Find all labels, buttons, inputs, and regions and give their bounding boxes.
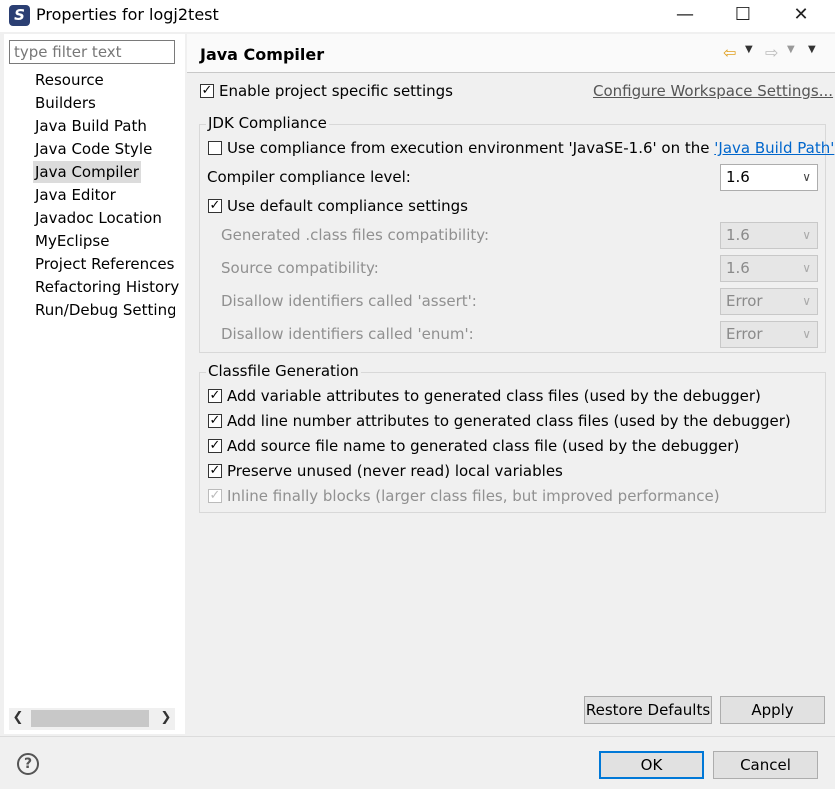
ok-button[interactable]: OK [599, 751, 704, 779]
inline-finally-checkbox: ✓ [208, 488, 222, 503]
chevron-down-icon: ∨ [802, 170, 811, 184]
line-number-attributes-label: Add line number attributes to generated … [227, 412, 791, 430]
header-divider [187, 72, 835, 73]
sidebar-item-java-editor[interactable]: Java Editor [33, 184, 118, 206]
disallow-assert-label: Disallow identifiers called 'assert': [221, 292, 477, 310]
bottom-divider [0, 736, 835, 737]
sidebar-item-java-build-path[interactable]: Java Build Path [33, 115, 149, 137]
cancel-button[interactable]: Cancel [713, 751, 818, 779]
scrollbar-thumb[interactable] [31, 710, 149, 727]
chevron-down-icon: ∨ [802, 294, 811, 308]
chevron-down-icon: ∨ [802, 327, 811, 341]
jdk-compliance-title: JDK Compliance [206, 114, 329, 132]
sidebar-item-java-compiler[interactable]: Java Compiler [33, 161, 141, 183]
disallow-enum-label: Disallow identifiers called 'enum': [221, 325, 474, 343]
help-icon[interactable]: ? [17, 753, 39, 775]
variable-attributes-label: Add variable attributes to generated cla… [227, 387, 761, 405]
source-compat-label: Source compatibility: [221, 259, 379, 277]
scroll-left-icon[interactable]: ❮ [9, 709, 27, 727]
scroll-right-icon[interactable]: ❯ [157, 709, 175, 727]
filter-input[interactable]: type filter text [9, 40, 175, 64]
use-default-compliance-checkbox[interactable]: ✓ [208, 199, 222, 213]
sidebar-item-builders[interactable]: Builders [33, 92, 98, 114]
preserve-unused-label: Preserve unused (never read) local varia… [227, 462, 563, 480]
page-title: Java Compiler [200, 45, 325, 64]
disallow-assert-select: Error ∨ [720, 288, 818, 315]
back-arrow-icon[interactable]: ⇦ [723, 43, 736, 62]
configure-workspace-link[interactable]: Configure Workspace Settings... [593, 82, 833, 100]
source-file-name-label: Add source file name to generated class … [227, 437, 740, 455]
compliance-level-select[interactable]: 1.6 ∨ [720, 164, 818, 191]
maximize-button[interactable]: ☐ [714, 0, 772, 30]
classfile-generation-title: Classfile Generation [206, 362, 361, 380]
variable-attributes-checkbox[interactable]: ✓ [208, 389, 222, 403]
sidebar-item-myeclipse[interactable]: MyEclipse [33, 230, 111, 252]
generated-class-compat-label: Generated .class files compatibility: [221, 226, 490, 244]
sidebar-item-project-references[interactable]: Project References [33, 253, 176, 275]
sidebar-item-resource[interactable]: Resource [33, 69, 106, 91]
sidebar-item-refactoring-history[interactable]: Refactoring History [33, 276, 181, 298]
use-default-compliance-label: Use default compliance settings [227, 197, 468, 215]
source-file-name-checkbox[interactable]: ✓ [208, 439, 222, 453]
line-number-attributes-checkbox[interactable]: ✓ [208, 414, 222, 428]
apply-button[interactable]: Apply [720, 696, 825, 724]
myeclipse-icon: S [9, 5, 30, 26]
preserve-unused-checkbox[interactable]: ✓ [208, 464, 222, 478]
close-button[interactable]: ✕ [772, 0, 830, 30]
chevron-down-icon: ∨ [802, 261, 811, 275]
source-compat-select: 1.6 ∨ [720, 255, 818, 282]
generated-class-compat-select: 1.6 ∨ [720, 222, 818, 249]
forward-arrow-icon[interactable]: ⇨ [765, 43, 778, 62]
use-env-compliance-checkbox[interactable] [208, 141, 222, 155]
minimize-button[interactable]: — [656, 0, 714, 30]
view-menu-chevron-down-icon[interactable]: ▼ [808, 44, 816, 55]
back-menu-chevron-down-icon[interactable]: ▼ [745, 44, 753, 55]
enable-project-settings-checkbox[interactable]: ✓ [200, 84, 214, 98]
sidebar-item-javadoc-location[interactable]: Javadoc Location [33, 207, 164, 229]
forward-menu-chevron-down-icon[interactable]: ▼ [787, 44, 795, 55]
java-build-path-link[interactable]: 'Java Build Path' [714, 139, 834, 157]
sidebar-item-run-debug-settings[interactable]: Run/Debug Settings [33, 299, 175, 321]
chevron-down-icon: ∨ [802, 228, 811, 242]
disallow-enum-select: Error ∨ [720, 321, 818, 348]
restore-defaults-button[interactable]: Restore Defaults [584, 696, 712, 724]
use-env-compliance-label: Use compliance from execution environmen… [227, 139, 835, 157]
window-title: Properties for logj2test [36, 5, 219, 24]
sidebar-item-java-code-style[interactable]: Java Code Style [33, 138, 154, 160]
sidebar-horizontal-scrollbar[interactable]: ❮ ❯ [9, 708, 175, 730]
inline-finally-label: Inline finally blocks (larger class file… [227, 487, 720, 505]
enable-project-settings-label: Enable project specific settings [219, 82, 453, 100]
compliance-level-label: Compiler compliance level: [207, 168, 411, 186]
